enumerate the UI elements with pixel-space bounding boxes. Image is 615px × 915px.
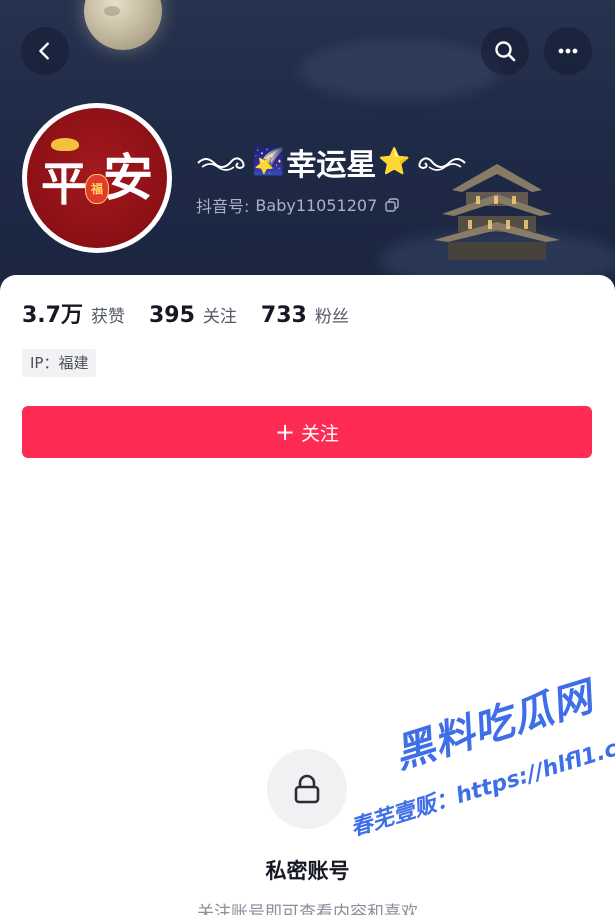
stat-label: 粉丝	[314, 307, 349, 327]
stat-value: 733	[260, 303, 307, 328]
more-horizontal-icon	[558, 48, 578, 54]
stat-following[interactable]: 395 关注	[149, 302, 237, 328]
private-account-title: 私密账号	[265, 859, 350, 883]
search-button[interactable]	[481, 27, 529, 75]
copy-icon[interactable]	[385, 198, 399, 212]
stat-likes[interactable]: 3.7万 获赞	[22, 297, 125, 329]
avatar-char-1: 平	[41, 157, 87, 211]
stat-label: 获赞	[90, 307, 125, 327]
plus-icon: +	[274, 418, 296, 446]
cloud-swirl-icon	[197, 157, 245, 171]
chevron-left-icon	[39, 42, 49, 60]
more-button[interactable]	[544, 27, 592, 75]
search-icon	[495, 41, 516, 62]
follow-button[interactable]: + 关注	[22, 406, 592, 458]
lock-badge	[267, 749, 347, 829]
stat-label: 关注	[202, 307, 237, 327]
profile-name-text: 幸运星	[286, 148, 377, 183]
avatar-image: 平 安 福	[27, 108, 167, 248]
stat-followers[interactable]: 733 粉丝	[261, 302, 349, 328]
douyin-id: 抖音号: Baby11051207	[196, 193, 399, 217]
cloud-swirl-icon	[418, 157, 466, 171]
back-button[interactable]	[21, 27, 69, 75]
ip-location-tag: IP：福建	[22, 349, 97, 377]
lantern-char: 福	[90, 182, 103, 196]
profile-header: 平 安 福 🌠 幸运星 ⭐ 抖音号: Baby11051207	[0, 0, 615, 300]
follow-button-label: 关注	[301, 422, 340, 445]
avatar[interactable]: 平 安 福	[22, 103, 172, 253]
profile-card: 3.7万 获赞 395 关注 733 粉丝 IP：福建 + 关注 私密账号 关注…	[0, 275, 615, 915]
lantern-icon: 福	[85, 174, 109, 204]
moon-image	[84, 0, 162, 50]
stat-value: 395	[148, 303, 195, 328]
stat-value: 3.7万	[22, 303, 83, 328]
douyin-id-label: 抖音号:	[196, 197, 250, 216]
lock-icon	[294, 774, 320, 804]
cloud-decoration	[300, 40, 500, 100]
stats-row: 3.7万 获赞 395 关注 733 粉丝	[22, 297, 373, 329]
avatar-char-2: 安	[103, 148, 153, 207]
star-emoji: ⭐	[378, 147, 411, 177]
shooting-star-emoji: 🌠	[252, 147, 285, 177]
profile-name: 🌠 幸运星 ⭐	[196, 140, 467, 184]
douyin-id-value: Baby11051207	[255, 195, 378, 215]
private-account-subtitle: 关注账号即可查看内容和喜欢	[197, 903, 418, 915]
